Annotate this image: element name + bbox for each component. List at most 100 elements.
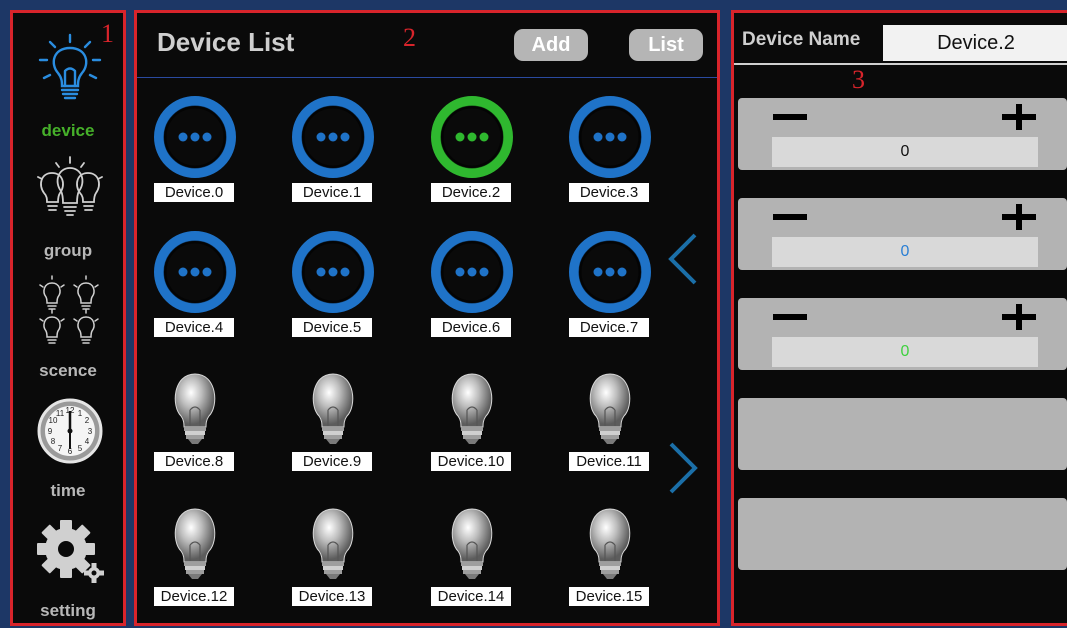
- device-list-title: Device List: [157, 27, 295, 57]
- svg-text:8: 8: [51, 437, 56, 446]
- header-divider: [137, 77, 717, 78]
- device-label: Device.12: [154, 587, 234, 606]
- nav-scene[interactable]: scence: [13, 261, 123, 381]
- device-label: Device.6: [431, 318, 511, 337]
- device-label: Device.5: [292, 318, 372, 337]
- device-name-label: Device Name: [742, 29, 861, 50]
- svg-text:3: 3: [88, 427, 93, 436]
- device-label: Device.1: [292, 183, 372, 202]
- panel-number-device-list: 2: [403, 23, 416, 52]
- lightbulb-icon: [174, 373, 216, 444]
- device-item[interactable]: Device.4: [150, 230, 240, 340]
- control-card: 0: [738, 198, 1067, 270]
- control-card: [738, 498, 1067, 570]
- svg-text:4: 4: [85, 437, 90, 446]
- nav-device-label: device: [41, 121, 95, 140]
- device-item[interactable]: Device.6: [427, 230, 517, 340]
- lightbulb-icon: [451, 508, 493, 579]
- device-item[interactable]: Device.13: [288, 499, 378, 609]
- control-card: 0: [738, 298, 1067, 370]
- list-button[interactable]: List: [629, 29, 703, 61]
- svg-text:9: 9: [48, 427, 53, 436]
- lightbulb-icon: [312, 373, 354, 444]
- increase-button[interactable]: [1002, 304, 1036, 330]
- control-value[interactable]: 0: [772, 237, 1038, 267]
- device-ring-selected-icon: [431, 96, 513, 178]
- device-list-panel: Device List 2 Add List Device.0 Device.1 D…: [134, 10, 720, 626]
- device-item[interactable]: Device.3: [565, 95, 655, 205]
- device-ring-icon: [431, 231, 513, 313]
- device-label: Device.2: [431, 183, 511, 202]
- device-detail-panel: Device Name Device.2 3 0 0 0: [731, 10, 1067, 626]
- device-ring-icon: [292, 96, 374, 178]
- device-item[interactable]: Device.10: [427, 364, 517, 474]
- control-value[interactable]: 0: [772, 337, 1038, 367]
- device-label: Device.7: [569, 318, 649, 337]
- device-label: Device.11: [569, 452, 649, 471]
- add-button[interactable]: Add: [514, 29, 588, 61]
- device-item[interactable]: Device.2: [427, 95, 517, 205]
- nav-setting-label: setting: [40, 601, 96, 620]
- chevron-left-icon[interactable]: [665, 231, 701, 287]
- chevron-right-icon[interactable]: [665, 440, 701, 496]
- svg-text:7: 7: [58, 444, 63, 453]
- device-label: Device.0: [154, 183, 234, 202]
- sidebar: 1 device group scence 12 1 2 3 4 5 6 7 8…: [10, 10, 126, 626]
- decrease-button[interactable]: [773, 110, 809, 124]
- device-ring-icon: [292, 231, 374, 313]
- device-label: Device.14: [431, 587, 511, 606]
- device-item[interactable]: Device.15: [565, 499, 655, 609]
- detail-header-divider: [734, 63, 1067, 65]
- device-ring-icon: [569, 96, 651, 178]
- svg-text:2: 2: [85, 416, 90, 425]
- device-label: Device.13: [292, 587, 372, 606]
- device-label: Device.9: [292, 452, 372, 471]
- device-label: Device.4: [154, 318, 234, 337]
- lightbulb-icon: [451, 373, 493, 444]
- increase-button[interactable]: [1002, 204, 1036, 230]
- increase-button[interactable]: [1002, 104, 1036, 130]
- nav-time[interactable]: 12 1 2 345 678 9 10 11 time: [13, 381, 123, 501]
- decrease-button[interactable]: [773, 210, 809, 224]
- device-name-field[interactable]: Device.2: [883, 25, 1067, 61]
- device-label: Device.8: [154, 452, 234, 471]
- app-root: 1 device group scence 12 1 2 3 4 5 6 7 8…: [0, 0, 1067, 628]
- nav-scene-label: scence: [39, 361, 97, 380]
- nav-time-label: time: [50, 481, 86, 500]
- device-item[interactable]: Device.14: [427, 499, 517, 609]
- device-item[interactable]: Device.8: [150, 364, 240, 474]
- bulb-glowing-icon: [38, 33, 102, 100]
- nav-setting[interactable]: setting: [13, 501, 123, 621]
- device-item[interactable]: Device.1: [288, 95, 378, 205]
- lightbulb-icon: [589, 508, 631, 579]
- nav-device[interactable]: device: [13, 21, 123, 141]
- lightbulb-icon: [312, 508, 354, 579]
- device-label: Device.15: [569, 587, 649, 606]
- lightbulb-icon: [589, 373, 631, 444]
- device-item[interactable]: Device.0: [150, 95, 240, 205]
- device-ring-icon: [154, 96, 236, 178]
- svg-text:1: 1: [78, 409, 83, 418]
- svg-text:5: 5: [78, 444, 83, 453]
- bulb-scene-icon: [39, 275, 99, 344]
- device-ring-icon: [569, 231, 651, 313]
- device-item[interactable]: Device.12: [150, 499, 240, 609]
- device-item[interactable]: Device.5: [288, 230, 378, 340]
- device-item[interactable]: Device.7: [565, 230, 655, 340]
- device-label: Device.3: [569, 183, 649, 202]
- device-label: Device.10: [431, 452, 511, 471]
- nav-group[interactable]: group: [13, 141, 123, 261]
- svg-text:11: 11: [56, 409, 65, 418]
- control-card: 0: [738, 98, 1067, 170]
- control-value[interactable]: 0: [772, 137, 1038, 167]
- device-item[interactable]: Device.9: [288, 364, 378, 474]
- clock-icon: 12 12 345 678 91011: [37, 398, 103, 464]
- bulb-group-icon: [37, 156, 103, 216]
- device-ring-icon: [154, 231, 236, 313]
- device-item[interactable]: Device.11: [565, 364, 655, 474]
- decrease-button[interactable]: [773, 310, 809, 324]
- panel-number-detail: 3: [852, 65, 865, 94]
- nav-group-label: group: [43, 241, 93, 260]
- gear-icon: [37, 520, 104, 583]
- control-card: [738, 398, 1067, 470]
